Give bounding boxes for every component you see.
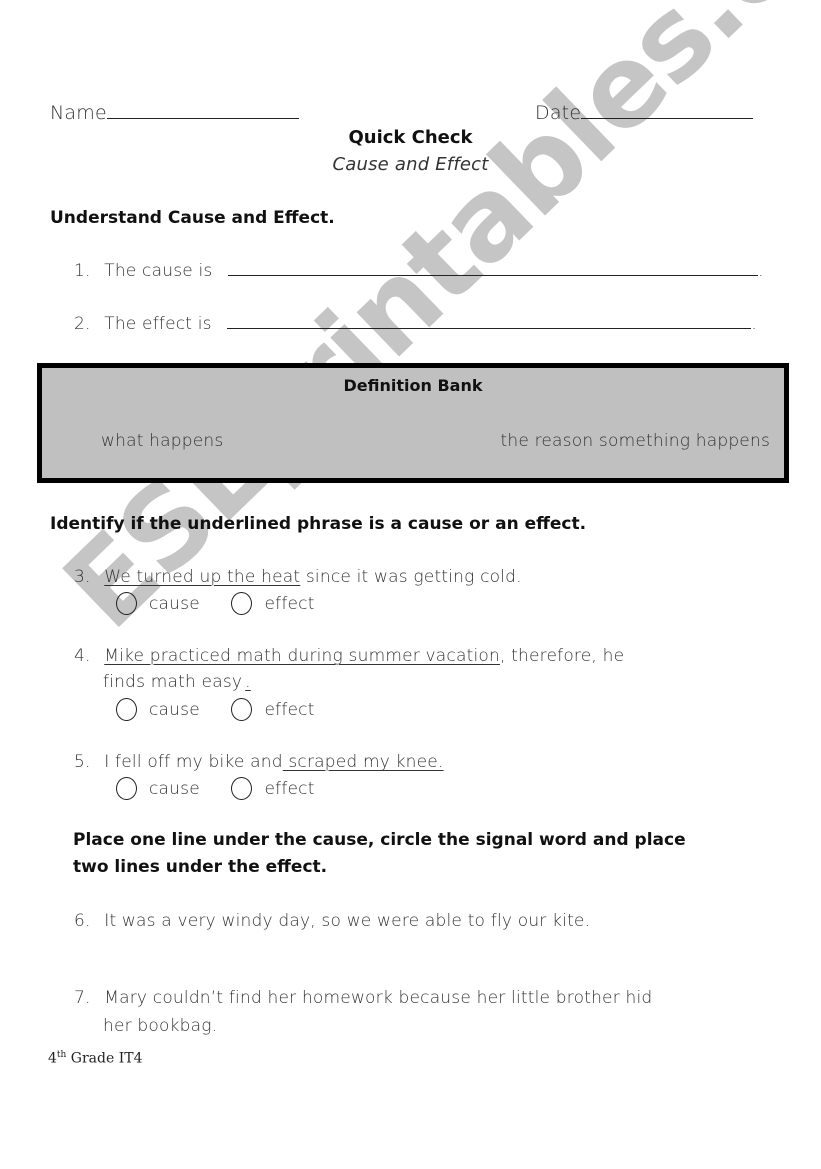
sentence-text: It was a very windy day, so we were able… [104, 911, 591, 931]
section2-heading: Identify if the underlined phrase is a c… [50, 514, 587, 534]
period: . [751, 314, 757, 334]
radio-circle-icon[interactable] [116, 698, 137, 721]
radio-circle-icon[interactable] [116, 777, 137, 800]
question-prompt: The effect is [104, 314, 212, 334]
question-2: 2. The effect is . [74, 314, 757, 334]
grade-label: Grade IT4 [66, 1050, 143, 1067]
sentence-plain: I fell off my bike and [104, 752, 283, 772]
question-3: 3. We turned up the heat since it was ge… [74, 567, 522, 587]
date-blank[interactable] [581, 117, 754, 119]
page-subtitle: Cause and Effect [332, 154, 489, 175]
option-effect[interactable]: effect [231, 698, 314, 721]
definition-bank-title: Definition Bank [343, 376, 483, 395]
page-title: Quick Check [348, 127, 473, 148]
sentence-rest: since it was getting cold. [300, 567, 522, 587]
name-field[interactable]: Name [50, 102, 299, 124]
section3-heading-line1: Place one line under the cause, circle t… [73, 830, 686, 850]
effect-answer-blank[interactable] [227, 327, 752, 329]
question-number: 7. [74, 988, 91, 1008]
sentence-text: Mary couldn’t find her homework because … [104, 988, 653, 1008]
question-prompt: The cause is [104, 261, 213, 281]
period: . [758, 261, 764, 281]
option-effect[interactable]: effect [231, 777, 314, 800]
radio-circle-icon[interactable] [231, 777, 253, 800]
question-3-options: cause effect [116, 592, 341, 620]
definition-term: the reason something happens [500, 431, 770, 451]
question-number: 5. [74, 752, 91, 772]
question-5: 5. I fell off my bike and scraped my kne… [74, 752, 444, 772]
date-label: Date [535, 102, 582, 124]
grade-number: 4 [48, 1050, 57, 1067]
question-number: 6. [74, 911, 91, 931]
question-7-line2: her bookbag. [103, 1016, 218, 1036]
sentence-continuation: finds math easy [103, 672, 243, 692]
option-label: effect [264, 593, 315, 614]
option-label: effect [264, 778, 315, 799]
question-7: 7. Mary couldn’t find her homework becau… [74, 988, 652, 1008]
question-5-options: cause effect [116, 777, 341, 805]
question-number: 1. [74, 261, 91, 281]
name-blank[interactable] [106, 117, 299, 119]
section3-heading-line2: two lines under the effect. [73, 857, 328, 877]
radio-circle-icon[interactable] [231, 592, 253, 615]
underlined-phrase: Mike practiced math during summer vacati… [104, 646, 500, 666]
option-cause[interactable]: cause [116, 698, 200, 721]
definition-term: what happens [101, 431, 224, 451]
option-label: cause [149, 593, 200, 614]
sentence-rest: , therefore, he [499, 646, 625, 666]
option-label: cause [149, 778, 200, 799]
radio-circle-icon[interactable] [116, 592, 137, 615]
cause-answer-blank[interactable] [228, 274, 759, 276]
underlined-phrase: scraped my knee. [282, 752, 444, 772]
question-4-options: cause effect [116, 698, 341, 726]
question-1: 1. The cause is . [74, 261, 764, 281]
question-number: 3. [74, 567, 91, 587]
question-4-line2: finds math easy. [103, 672, 251, 692]
footer-grade: 4th Grade IT4 [48, 1050, 143, 1067]
option-cause[interactable]: cause [116, 592, 200, 615]
option-label: cause [149, 699, 200, 720]
option-cause[interactable]: cause [116, 777, 200, 800]
question-number: 4. [74, 646, 91, 666]
radio-circle-icon[interactable] [231, 698, 253, 721]
question-number: 2. [74, 314, 91, 334]
option-label: effect [264, 699, 315, 720]
definition-bank: Definition Bank what happens the reason … [37, 363, 789, 483]
name-label: Name [50, 102, 107, 124]
section1-heading: Understand Cause and Effect. [50, 208, 335, 228]
option-effect[interactable]: effect [231, 592, 314, 615]
question-6: 6. It was a very windy day, so we were a… [74, 911, 590, 931]
question-4: 4. Mike practiced math during summer vac… [74, 646, 624, 666]
underlined-phrase: We turned up the heat [104, 567, 301, 587]
date-field[interactable]: Date [535, 102, 754, 124]
grade-suffix: th [56, 1050, 67, 1060]
underlined-period: . [245, 672, 251, 692]
